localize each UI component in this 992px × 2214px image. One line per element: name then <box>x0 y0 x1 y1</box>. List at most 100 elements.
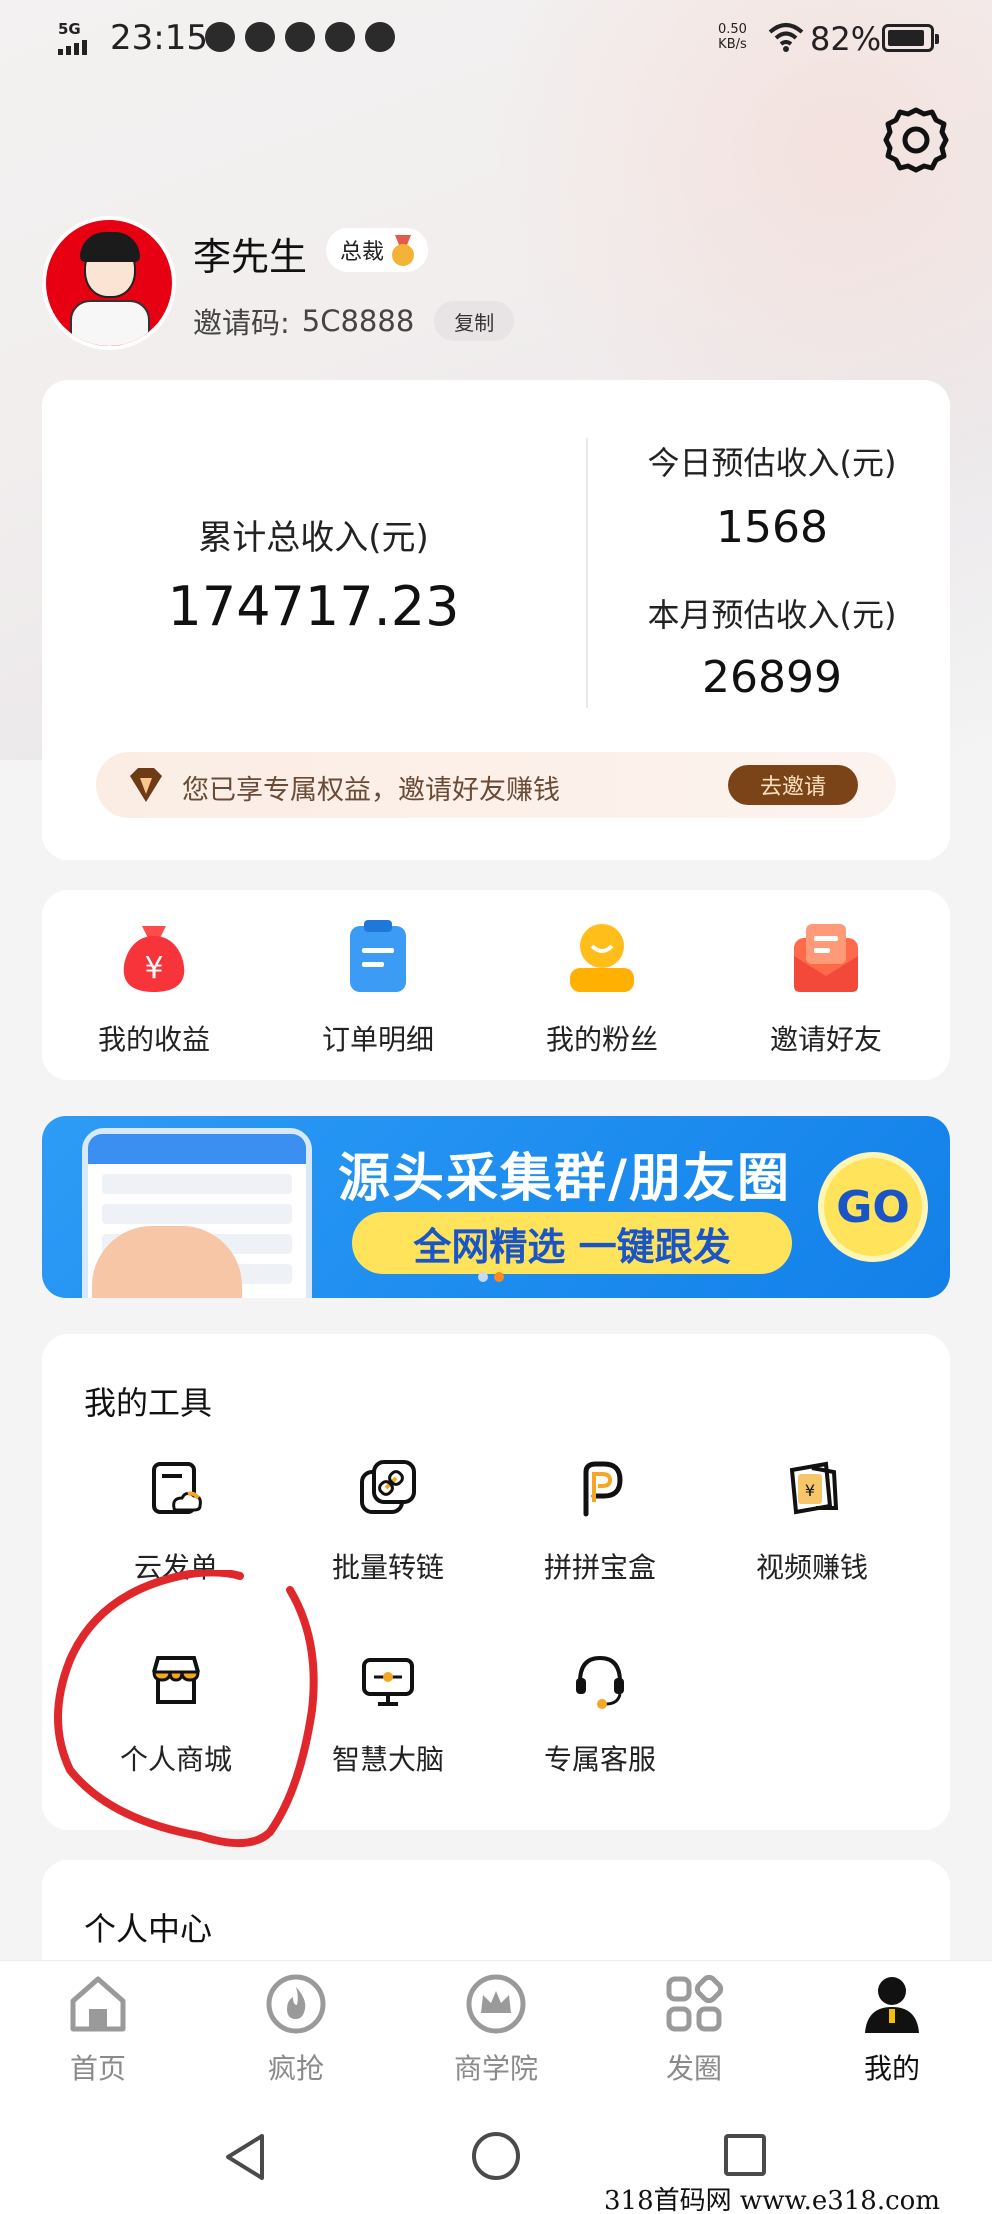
svg-text:¥: ¥ <box>805 1481 815 1500</box>
total-income-label: 累计总收入(元) <box>198 518 429 558</box>
tab-academy[interactable]: 商学院 <box>436 1973 556 2087</box>
money-bag-icon: ¥ <box>123 926 185 992</box>
bottom-tab-bar: 首页 疯抢 商学院 发圈 我的 <box>0 1960 992 2090</box>
tab-label: 我的 <box>863 2052 920 2085</box>
message-icon <box>365 22 395 52</box>
wifi-icon <box>768 23 804 52</box>
invite-code-row: 邀请码: 5C8888 复制 <box>193 300 515 342</box>
video-money-icon: ¥ <box>789 1461 839 1515</box>
tool-label: 云发单 <box>133 1551 218 1584</box>
tool-customer-service[interactable]: 专属客服 <box>500 1650 700 1778</box>
rank-label: 总裁 <box>340 240 385 265</box>
tab-label: 商学院 <box>453 2052 538 2085</box>
benefit-text: 您已享专属权益，邀请好友赚钱 <box>182 775 560 806</box>
banner-subtitle: 全网精选 一键跟发 <box>352 1212 792 1274</box>
shortcut-my-earnings[interactable]: ¥ 我的收益 <box>54 916 254 1058</box>
tool-cloud-order[interactable]: 云发单 <box>76 1458 276 1586</box>
settings-gear-icon[interactable] <box>880 104 952 176</box>
tab-label: 首页 <box>69 2052 126 2085</box>
flame-icon <box>266 1974 326 2034</box>
shortcut-my-fans[interactable]: 我的粉丝 <box>502 916 702 1058</box>
month-income-value: 26899 <box>702 652 842 703</box>
tab-moments[interactable]: 发圈 <box>634 1973 754 2087</box>
shortcut-label: 订单明细 <box>321 1023 434 1056</box>
cloud-icon <box>205 22 235 52</box>
banner-title: 源头采集群/朋友圈 <box>338 1149 791 1209</box>
pinduoduo-icon <box>583 1461 623 1517</box>
shortcut-invite-friends[interactable]: 邀请好友 <box>726 916 926 1058</box>
tool-label: 专属客服 <box>543 1743 656 1776</box>
tool-label: 视频赚钱 <box>755 1551 868 1584</box>
tool-batch-link[interactable]: 批量转链 <box>288 1458 488 1586</box>
watermark: 318首码网 www.e318.com <box>604 2180 940 2214</box>
home-nav-icon[interactable] <box>472 2132 520 2180</box>
tools-title: 我的工具 <box>84 1384 213 1422</box>
headset-icon <box>576 1655 624 1709</box>
envelope-icon <box>794 924 858 992</box>
link-icon <box>360 1460 416 1514</box>
monitor-icon <box>362 1658 414 1706</box>
user-icon <box>865 1977 919 2033</box>
tool-label: 智慧大脑 <box>331 1743 444 1776</box>
tool-pinpin-box[interactable]: 拼拼宝盒 <box>500 1458 700 1586</box>
battery-percent: 82% <box>810 20 882 58</box>
tool-label: 批量转链 <box>331 1551 444 1584</box>
network-speed: 0.50 KB/s <box>718 22 747 52</box>
tool-smart-brain[interactable]: 智慧大脑 <box>288 1650 488 1778</box>
my-tools-card: 我的工具 云发单 批量转链 拼拼宝盒 ¥ 视频赚钱 个人商城 智慧大脑 专属客服 <box>42 1334 950 1830</box>
wechat-icon <box>245 22 275 52</box>
tab-mine[interactable]: 我的 <box>832 1973 952 2087</box>
cloud-doc-icon <box>152 1462 202 1514</box>
personal-center-title: 个人中心 <box>84 1910 213 1948</box>
status-bar: 5G 23:15 0.50 KB/s 82% <box>0 0 992 76</box>
rank-badge: 总裁 <box>326 228 429 272</box>
shortcut-card: ¥ 我的收益 订单明细 我的粉丝 邀请好友 <box>42 890 950 1080</box>
total-income-value: 174717.23 <box>167 575 460 638</box>
avatar[interactable] <box>42 216 176 350</box>
fans-icon <box>570 924 634 992</box>
tab-home[interactable]: 首页 <box>38 1973 158 2087</box>
shortcut-label: 我的收益 <box>97 1023 210 1056</box>
invite-code-value: 5C8888 <box>301 304 415 338</box>
svg-text:¥: ¥ <box>144 951 163 986</box>
network-type: 5G <box>58 20 81 38</box>
tool-label: 拼拼宝盒 <box>543 1551 656 1584</box>
today-income-label: 今日预估收入(元) <box>647 444 897 482</box>
clipboard-icon <box>350 920 406 992</box>
invite-button[interactable]: 去邀请 <box>728 765 858 805</box>
shortcut-order-details[interactable]: 订单明细 <box>278 916 478 1058</box>
signal-icon <box>58 40 87 55</box>
income-divider <box>586 438 588 708</box>
clock: 23:15 <box>110 18 208 58</box>
notification-icons <box>205 22 395 52</box>
battery-icon <box>882 24 939 52</box>
medal-icon <box>390 235 416 266</box>
tool-personal-store[interactable]: 个人商城 <box>76 1650 276 1778</box>
check-circle-icon <box>285 22 315 52</box>
crown-icon <box>466 1974 526 2034</box>
tab-label: 疯抢 <box>267 2052 324 2085</box>
store-icon <box>152 1656 200 1704</box>
banner-pagination <box>478 1272 504 1282</box>
home-icon <box>70 1976 126 2032</box>
copy-button[interactable]: 复制 <box>434 301 515 341</box>
benefit-bar[interactable]: 您已享专属权益，邀请好友赚钱 去邀请 <box>96 752 896 818</box>
tab-label: 发圈 <box>665 2052 722 2085</box>
income-card: 累计总收入(元) 174717.23 今日预估收入(元) 1568 本月预估收入… <box>42 380 950 860</box>
invite-code-label: 邀请码: <box>193 306 290 340</box>
tool-label: 个人商城 <box>119 1743 232 1776</box>
back-icon[interactable] <box>222 2132 268 2182</box>
chat-bubble-icon <box>325 22 355 52</box>
shortcut-label: 我的粉丝 <box>545 1023 658 1056</box>
month-income-label: 本月预估收入(元) <box>647 596 897 634</box>
user-name: 李先生 <box>193 235 308 279</box>
recent-apps-icon[interactable] <box>724 2134 766 2176</box>
promo-banner[interactable]: 源头采集群/朋友圈 全网精选 一键跟发 GO <box>42 1116 950 1298</box>
today-income-value: 1568 <box>716 502 828 553</box>
tool-video-earn[interactable]: ¥ 视频赚钱 <box>712 1458 912 1586</box>
diamond-icon <box>130 768 162 802</box>
banner-go-button[interactable]: GO <box>818 1152 928 1262</box>
grid-icon <box>666 1974 724 2032</box>
shortcut-label: 邀请好友 <box>769 1023 882 1056</box>
tab-rush[interactable]: 疯抢 <box>236 1973 356 2087</box>
